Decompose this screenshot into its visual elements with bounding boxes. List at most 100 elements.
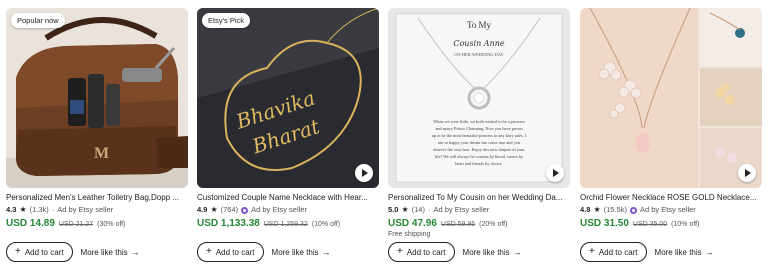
original-price: USD 21.27 [58, 221, 94, 228]
add-to-cart-label: Add to cart [215, 247, 255, 257]
play-video-icon[interactable] [355, 164, 373, 182]
orchid-flower-necklace-photo [580, 8, 762, 188]
star-seller-icon [629, 206, 637, 214]
leather-toiletry-bag-photo: M [6, 8, 188, 188]
card-poem-line: heart and friends by choice. [455, 161, 503, 166]
sale-price: USD 31.50 [580, 218, 629, 229]
rating-value: 4.8 [580, 205, 591, 214]
original-price: USD 1,259.32 [263, 221, 308, 228]
star-icon: ★ [210, 205, 218, 214]
arrow-right-icon: → [704, 247, 714, 257]
arrow-right-icon: → [321, 247, 331, 257]
card-poem-line: up to be the most beautiful princess in … [432, 133, 527, 138]
listing-image[interactable]: To My Cousin Anne ON HER WEDDING DAY Whe… [388, 8, 570, 188]
rating-row: 4.9 ★ (764) Ad by Etsy seller [197, 205, 379, 215]
free-shipping-label: Free shipping [388, 231, 431, 238]
star-icon: ★ [401, 205, 409, 214]
card-name: Cousin Anne [453, 39, 505, 48]
card-poem-line: am so happy your dream has come true and… [438, 140, 521, 145]
listing-grid: M Popular now Personalized Men's Leather… [0, 0, 768, 272]
listing-image[interactable]: M Popular now [6, 8, 188, 188]
rating-value: 4.9 [197, 205, 208, 214]
plus-icon: + [397, 246, 403, 257]
card-poem-line: deserve the very best. Enjoy this new ch… [433, 147, 525, 152]
play-video-icon[interactable] [546, 164, 564, 182]
arrow-right-icon: → [130, 247, 140, 257]
card-poem-line: and marry Prince Charming. Now you have … [435, 126, 523, 131]
original-price: USD 59.95 [440, 221, 476, 228]
rating-value: 4.3 [6, 205, 17, 214]
separator-dot: · [427, 205, 431, 214]
listing-title[interactable]: Personalized Men's Leather Toiletry Bag,… [6, 193, 188, 203]
more-like-this-label: More like this [80, 247, 128, 257]
more-like-this-label: More like this [654, 247, 702, 257]
add-to-cart-label: Add to cart [598, 247, 638, 257]
rating-row: 4.8 ★ (15.5k) Ad by Etsy seller [580, 205, 762, 215]
listing-card[interactable]: Orchid Flower Necklace ROSE GOLD Necklac… [580, 8, 762, 268]
review-count: (1.3k) [29, 205, 49, 214]
more-like-this-label: More like this [462, 247, 510, 257]
card-actions: + Add to cart More like this → [580, 242, 714, 262]
cousin-necklace-card-photo: To My Cousin Anne ON HER WEDDING DAY Whe… [388, 8, 570, 188]
listing-card[interactable]: To My Cousin Anne ON HER WEDDING DAY Whe… [388, 8, 570, 268]
price-row: USD 14.89 USD 21.27 (30% off) [6, 218, 188, 229]
listing-title[interactable]: Customized Couple Name Necklace with Hea… [197, 193, 379, 203]
gold-name-necklace-photo: Bhavika Bharat [197, 8, 379, 188]
price-row: USD 47.96 USD 59.95 (20% off) [388, 218, 570, 229]
add-to-cart-button[interactable]: + Add to cart [197, 242, 264, 262]
rating-value: 5.0 [388, 205, 399, 214]
rating-row: 5.0 ★ (14) · Ad by Etsy seller [388, 205, 570, 215]
star-icon: ★ [19, 205, 27, 214]
discount-label: (30% off) [97, 221, 126, 228]
add-to-cart-label: Add to cart [24, 247, 64, 257]
plus-icon: + [589, 246, 595, 257]
star-icon: ★ [593, 205, 601, 214]
separator-dot: · [51, 205, 55, 214]
review-count: (14) [411, 205, 425, 214]
more-like-this-link[interactable]: More like this → [81, 247, 140, 257]
more-like-this-link[interactable]: More like this → [272, 247, 331, 257]
sale-price: USD 14.89 [6, 218, 55, 229]
price-row: USD 1,133.38 USD 1,259.32 (10% off) [197, 218, 379, 229]
discount-label: (10% off) [671, 221, 700, 228]
discount-label: (20% off) [479, 221, 508, 228]
svg-text:M: M [94, 145, 109, 162]
card-actions: + Add to cart More like this → [197, 242, 331, 262]
add-to-cart-button[interactable]: + Add to cart [580, 242, 647, 262]
plus-icon: + [15, 246, 21, 257]
card-heading: To My [467, 20, 492, 30]
card-subtitle: ON HER WEDDING DAY [454, 52, 504, 57]
review-count: (764) [220, 205, 239, 214]
listing-title[interactable]: Personalized To My Cousin on her Wedding… [388, 193, 570, 203]
card-actions: + Add to cart More like this → [388, 242, 522, 262]
listing-title[interactable]: Orchid Flower Necklace ROSE GOLD Necklac… [580, 193, 762, 203]
review-count: (15.5k) [603, 205, 627, 214]
price-row: USD 31.50 USD 35.00 (10% off) [580, 218, 762, 229]
listing-image[interactable] [580, 8, 762, 188]
play-video-icon[interactable] [738, 164, 756, 182]
ad-label: Ad by Etsy seller [57, 205, 114, 214]
add-to-cart-button[interactable]: + Add to cart [6, 242, 73, 262]
discount-label: (10% off) [311, 221, 341, 228]
star-seller-icon [241, 206, 249, 214]
etsys-pick-badge: Etsy's Pick [202, 13, 251, 28]
listing-image[interactable]: Bhavika Bharat Etsy's Pick [197, 8, 379, 188]
add-to-cart-label: Add to cart [406, 247, 446, 257]
more-like-this-label: More like this [271, 247, 319, 257]
ad-label: Ad by Etsy seller [251, 205, 307, 214]
listing-card[interactable]: M Popular now Personalized Men's Leather… [6, 8, 188, 268]
more-like-this-link[interactable]: More like this → [655, 247, 714, 257]
sale-price: USD 47.96 [388, 218, 437, 229]
ad-label: Ad by Etsy seller [433, 205, 490, 214]
sale-price: USD 1,133.38 [197, 218, 260, 229]
arrow-right-icon: → [512, 247, 522, 257]
card-actions: + Add to cart More like this → [6, 242, 140, 262]
add-to-cart-button[interactable]: + Add to cart [388, 242, 455, 262]
plus-icon: + [206, 246, 212, 257]
rating-row: 4.3 ★ (1.3k) · Ad by Etsy seller [6, 205, 188, 215]
ad-label: Ad by Etsy seller [639, 205, 696, 214]
popular-now-badge: Popular now [11, 13, 65, 28]
original-price: USD 35.00 [632, 221, 668, 228]
listing-card[interactable]: Bhavika Bharat Etsy's Pick Customized Co… [197, 8, 379, 268]
more-like-this-link[interactable]: More like this → [463, 247, 522, 257]
